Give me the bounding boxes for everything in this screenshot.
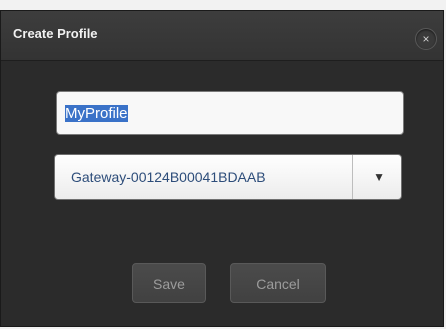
- select-divider: [352, 155, 353, 199]
- profile-name-input[interactable]: [56, 91, 404, 135]
- chevron-down-icon[interactable]: ▼: [373, 170, 385, 184]
- dialog-titlebar: Create Profile ×: [1, 11, 443, 61]
- create-profile-dialog: Create Profile × Gateway-00124B00041BDAA…: [0, 10, 444, 327]
- dialog-title: Create Profile: [13, 26, 98, 41]
- gateway-select[interactable]: Gateway-00124B00041BDAAB ▼: [54, 154, 402, 200]
- cancel-button[interactable]: Cancel: [230, 263, 326, 303]
- close-icon[interactable]: ×: [415, 28, 437, 50]
- save-button[interactable]: Save: [132, 263, 206, 303]
- gateway-selected-value: Gateway-00124B00041BDAAB: [71, 169, 266, 185]
